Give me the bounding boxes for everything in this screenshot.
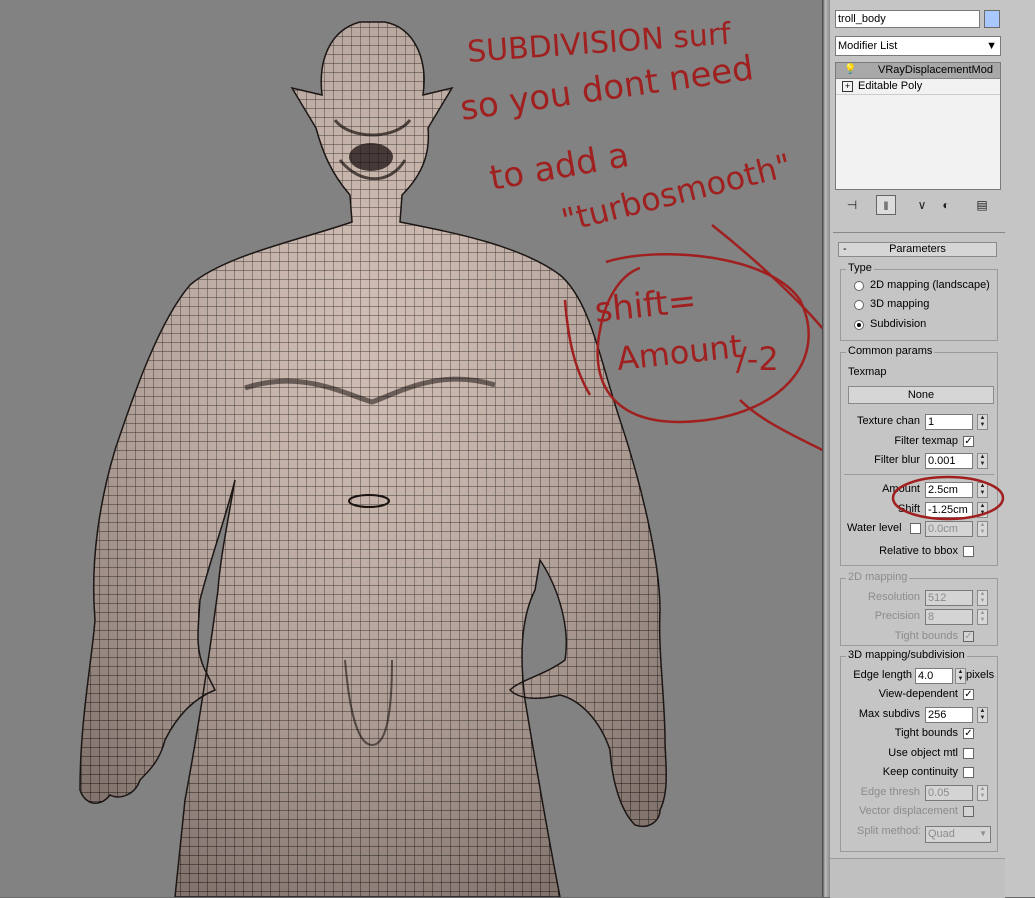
chevron-down-icon: ▼ bbox=[986, 40, 997, 52]
max-subdivs-field[interactable]: 256 bbox=[925, 707, 973, 723]
max-subdivs-spinner[interactable]: ▲ ▼ bbox=[977, 707, 988, 723]
edge-length-field[interactable]: 4.0 bbox=[915, 668, 953, 684]
3d-tight-bounds-checkbox[interactable]: ✓ bbox=[963, 728, 974, 739]
radio-2d-mapping[interactable] bbox=[854, 281, 864, 291]
lightbulb-icon[interactable]: 💡 bbox=[844, 64, 856, 75]
annotation-shift-note-1: shift= bbox=[593, 281, 699, 331]
keep-continuity-label: Keep continuity bbox=[882, 766, 958, 778]
modifier-stack-item-editable-poly[interactable]: + Editable Poly bbox=[836, 79, 1000, 95]
panel-divider[interactable] bbox=[822, 0, 830, 897]
edge-length-spinner[interactable]: ▲ ▼ bbox=[955, 668, 966, 684]
command-panel: troll_body Modifier List ▼ 💡 VRayDisplac… bbox=[830, 0, 1035, 898]
resolution-field[interactable]: 512 bbox=[925, 590, 973, 606]
annotation-shift-note-2: Amount bbox=[615, 327, 744, 378]
resolution-spinner[interactable]: ▲ ▼ bbox=[977, 590, 988, 606]
radio-subdivision[interactable] bbox=[854, 320, 864, 330]
split-method-label: Split method: bbox=[857, 825, 922, 837]
pixels-label: pixels bbox=[966, 669, 995, 681]
chevron-down-icon: ▼ bbox=[979, 829, 987, 838]
object-color-swatch[interactable] bbox=[984, 10, 1000, 28]
radio-2d-mapping-label: 2D mapping (landscape) bbox=[870, 279, 990, 291]
common-params-title: Common params bbox=[846, 345, 935, 357]
edge-length-label: Edge length bbox=[853, 669, 912, 681]
viewport-canvas: SUBDIVISION surf so you dont need to add… bbox=[79, 17, 822, 897]
configure-modifier-sets-icon[interactable]: ▤ bbox=[972, 195, 992, 215]
vector-displacement-label: Vector displacement bbox=[858, 805, 958, 817]
filter-blur-label: Filter blur bbox=[874, 454, 920, 466]
precision-spinner[interactable]: ▲ ▼ bbox=[977, 609, 988, 625]
modifier-stack-label: Editable Poly bbox=[858, 80, 923, 92]
panel-footer bbox=[830, 858, 1005, 898]
collapse-icon: - bbox=[843, 243, 847, 255]
parameters-rollout-header[interactable]: - Parameters bbox=[838, 242, 997, 257]
split-method-dropdown[interactable]: Quad ▼ bbox=[925, 826, 991, 843]
edge-thresh-field[interactable]: 0.05 bbox=[925, 785, 973, 801]
pin-stack-icon[interactable]: ⊣ bbox=[842, 195, 862, 215]
modifier-stack[interactable]: 💡 VRayDisplacementMod + Editable Poly bbox=[835, 62, 1001, 190]
vector-displacement-checkbox[interactable] bbox=[963, 806, 974, 817]
expand-icon[interactable]: + bbox=[842, 81, 853, 92]
modifier-stack-item-vraydisplacement[interactable]: 💡 VRayDisplacementMod bbox=[836, 63, 1000, 79]
object-name-field[interactable]: troll_body bbox=[835, 10, 980, 28]
2d-tight-bounds-label: Tight bounds bbox=[894, 630, 958, 642]
3d-viewport[interactable]: SUBDIVISION surf so you dont need to add… bbox=[0, 0, 822, 897]
rollout-title: Parameters bbox=[889, 243, 946, 255]
texture-chan-field[interactable]: 1 bbox=[925, 414, 973, 430]
rollout-separator bbox=[833, 232, 1005, 233]
make-unique-icon[interactable]: ∨ bbox=[912, 195, 932, 215]
split-method-value: Quad bbox=[928, 828, 955, 840]
radio-3d-mapping[interactable] bbox=[854, 300, 864, 310]
max-subdivs-label: Max subdivs bbox=[858, 708, 920, 720]
use-object-mtl-label: Use object mtl bbox=[888, 747, 958, 759]
type-group-title: Type bbox=[846, 262, 874, 274]
annotation-shift-note-3: /-2 bbox=[736, 340, 779, 378]
precision-label: Precision bbox=[874, 610, 920, 622]
texture-chan-label: Texture chan bbox=[857, 415, 920, 427]
3d-tight-bounds-label: Tight bounds bbox=[894, 727, 958, 739]
filter-blur-field[interactable]: 0.001 bbox=[925, 453, 973, 469]
relative-bbox-checkbox[interactable] bbox=[963, 546, 974, 557]
texmap-label: Texmap bbox=[848, 366, 887, 378]
relative-bbox-label: Relative to bbox bbox=[879, 545, 958, 557]
filter-texmap-checkbox[interactable]: ✓ bbox=[963, 436, 974, 447]
2d-tight-bounds-checkbox[interactable]: ✓ bbox=[963, 631, 974, 642]
annotation-circle bbox=[891, 475, 1005, 521]
remove-modifier-icon[interactable]: ◐ bbox=[936, 195, 956, 215]
radio-3d-mapping-label: 3D mapping bbox=[870, 298, 930, 310]
modifier-list-dropdown[interactable]: Modifier List ▼ bbox=[835, 36, 1001, 56]
filter-blur-spinner[interactable]: ▲ ▼ bbox=[977, 453, 988, 469]
texmap-button[interactable]: None bbox=[848, 386, 994, 404]
modifier-stack-label: VRayDisplacementMod bbox=[878, 64, 993, 76]
edge-thresh-spinner[interactable]: ▲ ▼ bbox=[977, 785, 988, 801]
texture-chan-spinner[interactable]: ▲ ▼ bbox=[977, 414, 988, 430]
view-dependent-checkbox[interactable]: ✓ bbox=[963, 689, 974, 700]
3d-mapping-title: 3D mapping/subdivision bbox=[846, 649, 967, 661]
resolution-label: Resolution bbox=[868, 591, 920, 603]
2d-mapping-title: 2D mapping bbox=[846, 571, 910, 583]
filter-texmap-label: Filter texmap bbox=[894, 435, 958, 447]
use-object-mtl-checkbox[interactable] bbox=[963, 748, 974, 759]
modifier-list-label: Modifier List bbox=[838, 40, 898, 52]
edge-thresh-label: Edge thresh bbox=[860, 786, 920, 798]
show-end-result-icon[interactable]: ‖ bbox=[876, 195, 896, 215]
keep-continuity-checkbox[interactable] bbox=[963, 767, 974, 778]
precision-field[interactable]: 8 bbox=[925, 609, 973, 625]
radio-subdivision-label: Subdivision bbox=[870, 318, 927, 330]
view-dependent-label: View-dependent bbox=[878, 688, 958, 700]
